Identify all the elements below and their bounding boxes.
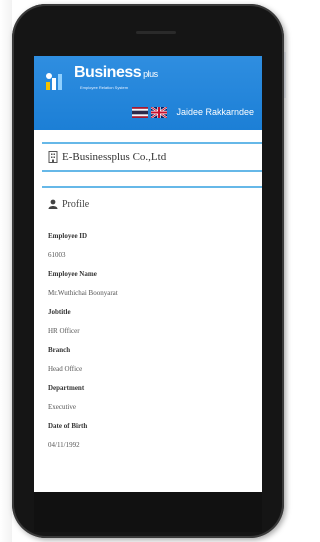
user-icon bbox=[48, 199, 58, 209]
company-name: E-Businessplus Co.,Ltd bbox=[62, 151, 167, 163]
brand-tagline: Employee Relation System bbox=[80, 85, 129, 90]
background-edge bbox=[0, 0, 12, 542]
logo-bars-icon bbox=[46, 73, 62, 90]
field-label-employee-name: Employee Name bbox=[48, 270, 97, 278]
app-logo[interactable]: Business plus Employee Relation System bbox=[44, 64, 194, 94]
field-label-date-of-birth: Date of Birth bbox=[48, 422, 88, 430]
profile-card: Profile Employee ID 61003 Employee Name … bbox=[42, 186, 262, 492]
profile-header: Profile bbox=[48, 188, 262, 220]
field-value-employee-id: 61003 bbox=[48, 251, 66, 259]
brand-small: plus bbox=[143, 69, 158, 79]
field-value-branch: Head Office bbox=[48, 365, 83, 373]
building-icon bbox=[48, 151, 58, 163]
thailand-flag-icon[interactable] bbox=[132, 106, 149, 118]
field-value-jobtitle: HR Officer bbox=[48, 327, 80, 335]
screenshot-canvas: Business plus Employee Relation System J… bbox=[0, 0, 286, 542]
brand-name: Business plus bbox=[74, 64, 158, 82]
profile-title: Profile bbox=[62, 198, 90, 210]
field-label-branch: Branch bbox=[48, 346, 71, 354]
user-name[interactable]: Jaidee Rakkarndee bbox=[176, 107, 254, 117]
app-header: Business plus Employee Relation System J… bbox=[34, 56, 262, 130]
header-user-row: Jaidee Rakkarndee bbox=[132, 104, 254, 120]
brand-main: Business bbox=[74, 64, 142, 81]
field-value-employee-name: Mr.Wuthichai Boonyarat bbox=[48, 289, 118, 297]
field-label-jobtitle: Jobtitle bbox=[48, 308, 71, 316]
uk-flag-icon[interactable] bbox=[151, 106, 168, 118]
phone-speaker bbox=[136, 31, 176, 34]
field-value-date-of-birth: 04/11/1992 bbox=[48, 441, 80, 449]
field-label-department: Department bbox=[48, 384, 85, 392]
field-label-employee-id: Employee ID bbox=[48, 232, 88, 240]
company-card: E-Businessplus Co.,Ltd bbox=[42, 142, 262, 172]
phone-screen: Business plus Employee Relation System J… bbox=[34, 56, 262, 492]
phone-bottom-bezel bbox=[34, 492, 262, 532]
field-value-department: Executive bbox=[48, 403, 76, 411]
profile-fields: Employee ID 61003 Employee Name Mr.Wuthi… bbox=[48, 231, 262, 451]
